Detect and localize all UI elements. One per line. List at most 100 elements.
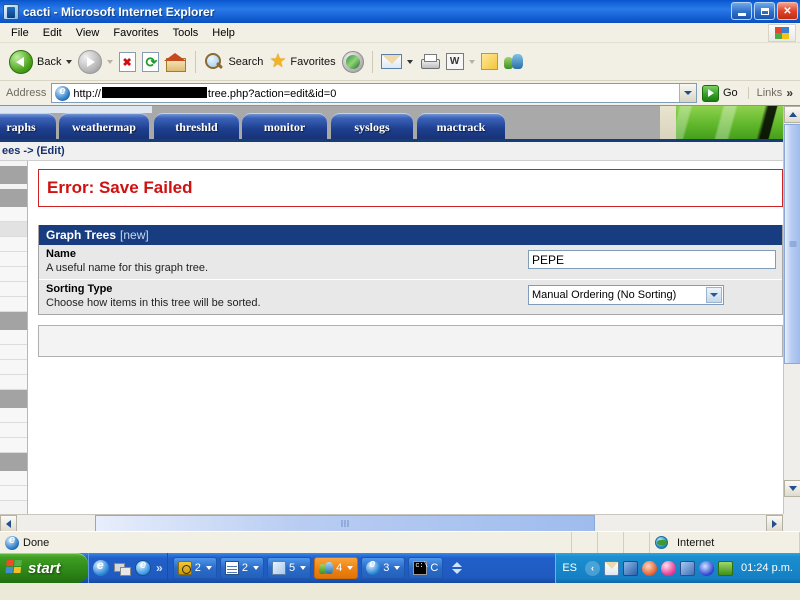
chevron-right-icon [772, 519, 777, 528]
tab-threshld[interactable]: threshld [154, 113, 239, 139]
address-input[interactable]: http://tree.php?action=edit&id=0 [51, 83, 697, 103]
vertical-scroll-thumb[interactable] [784, 124, 800, 364]
redacted-host [101, 86, 207, 98]
home-button[interactable] [162, 43, 190, 80]
menu-item-view[interactable]: View [69, 25, 107, 41]
mail-icon[interactable] [604, 560, 620, 576]
error-banner: Error: Save Failed [38, 169, 783, 207]
mail-button[interactable] [378, 43, 416, 80]
taskbar-button-clock-group[interactable]: 2 [172, 557, 217, 579]
quicklaunch-app-icon[interactable] [135, 559, 151, 576]
quick-launch-bar: » [88, 553, 168, 583]
restore-button[interactable] [754, 2, 775, 20]
tab-mactrack[interactable]: mactrack [417, 113, 505, 139]
edit-button[interactable]: W [443, 43, 478, 80]
taskbar-button-note-group[interactable]: 5 [266, 557, 312, 579]
taskbar-button-count: 2 [241, 562, 248, 574]
back-dropdown-icon[interactable] [66, 59, 73, 64]
windows-flag-icon [5, 560, 24, 576]
tab-weathermap[interactable]: weathermap [56, 106, 152, 139]
horizontal-scrollbar[interactable] [0, 514, 783, 531]
search-button[interactable]: Search [201, 43, 266, 80]
quicklaunch-ie-icon[interactable] [93, 558, 109, 576]
address-dropdown-button[interactable] [678, 84, 696, 102]
forward-button[interactable] [75, 43, 116, 80]
scroll-right-button[interactable] [766, 515, 783, 531]
favorites-star-icon: ★ [269, 51, 287, 72]
print-button[interactable] [416, 43, 443, 80]
messenger-button[interactable] [501, 43, 527, 80]
refresh-button[interactable] [139, 43, 162, 80]
quicklaunch-overflow-icon[interactable]: » [156, 561, 163, 575]
mail-dropdown-icon[interactable] [406, 59, 413, 64]
sidebar-item[interactable] [0, 438, 27, 453]
sidebar-item[interactable] [0, 267, 27, 282]
sidebar-item[interactable] [0, 408, 27, 423]
taskbar-clock[interactable]: 01:24 p.m. [741, 562, 793, 574]
back-label: Back [37, 55, 62, 68]
sidebar-item[interactable] [0, 282, 27, 297]
sidebar-item[interactable] [0, 486, 27, 501]
network2-icon[interactable] [680, 560, 696, 576]
back-button[interactable]: Back [6, 43, 75, 80]
wave-icon[interactable] [699, 560, 715, 576]
sidebar-item[interactable] [0, 360, 27, 375]
start-button[interactable]: start [0, 553, 88, 583]
sidebar-item[interactable] [0, 471, 27, 486]
toolbar-overflow-icon[interactable]: » [782, 86, 797, 100]
sidebar-item[interactable] [0, 423, 27, 438]
sidebar-item[interactable] [0, 222, 27, 237]
tab-graphs[interactable]: raphs [0, 106, 59, 139]
vertical-scrollbar[interactable] [783, 106, 800, 514]
scroll-left-button[interactable] [0, 515, 17, 531]
taskbar-button-people-group[interactable]: 4 [314, 557, 359, 579]
menu-item-tools[interactable]: Tools [166, 25, 206, 41]
tab-monitor[interactable]: monitor [242, 113, 327, 139]
language-indicator[interactable]: ES [562, 562, 577, 574]
ball-icon[interactable] [661, 560, 677, 576]
forward-dropdown-icon[interactable] [107, 59, 114, 64]
menu-item-edit[interactable]: Edit [36, 25, 69, 41]
sidebar-item[interactable] [0, 375, 27, 390]
taskbar-button-ie-group[interactable]: 3 [361, 557, 406, 579]
quicklaunch-network-icon[interactable] [114, 561, 131, 576]
scroll-up-button[interactable] [784, 106, 800, 123]
sidebar-item[interactable] [0, 207, 27, 222]
tray-expand-icon[interactable]: ‹ [585, 560, 601, 576]
scrollbar-corner [783, 514, 800, 531]
status-cell-4 [624, 532, 650, 553]
form-row-sorting: Sorting Type Choose how items in this tr… [39, 279, 782, 314]
sidebar-item[interactable] [0, 297, 27, 312]
sorting-type-select[interactable]: Manual Ordering (No Sorting) [528, 285, 724, 305]
menu-item-file[interactable]: File [4, 25, 36, 41]
taskbar-scroll-buttons[interactable] [452, 557, 466, 579]
scroll-down-button[interactable] [784, 480, 800, 497]
sidebar-item[interactable] [0, 345, 27, 360]
chevron-down-icon [252, 566, 259, 570]
sidebar-item[interactable] [0, 330, 27, 345]
menu-item-help[interactable]: Help [205, 25, 242, 41]
tab-syslogs[interactable]: syslogs [331, 113, 413, 139]
go-button[interactable]: Go [697, 84, 742, 102]
stop-button[interactable] [116, 43, 139, 80]
sidebar-item[interactable] [0, 237, 27, 252]
media-icon [341, 50, 364, 73]
edit-dropdown-icon[interactable] [468, 59, 475, 64]
menu-item-favorites[interactable]: Favorites [106, 25, 165, 41]
taskbar-button-console[interactable]: C [408, 557, 444, 579]
name-input[interactable] [528, 250, 776, 269]
notes-button[interactable] [478, 43, 501, 80]
taskbar-button-window-group[interactable]: 2 [219, 557, 264, 579]
favorites-button[interactable]: ★ Favorites [266, 43, 338, 80]
print-icon [419, 53, 440, 70]
sidebar-item[interactable] [0, 252, 27, 267]
links-label[interactable]: Links [747, 87, 782, 99]
antivirus-icon[interactable] [642, 560, 658, 576]
close-button[interactable]: ✕ [777, 2, 798, 20]
sidebar-section-header [0, 312, 27, 330]
monitor-icon[interactable] [718, 560, 734, 576]
media-button[interactable] [339, 43, 367, 80]
minimize-button[interactable] [731, 2, 752, 20]
horizontal-scroll-thumb[interactable] [95, 515, 595, 531]
network-icon[interactable] [623, 560, 639, 576]
